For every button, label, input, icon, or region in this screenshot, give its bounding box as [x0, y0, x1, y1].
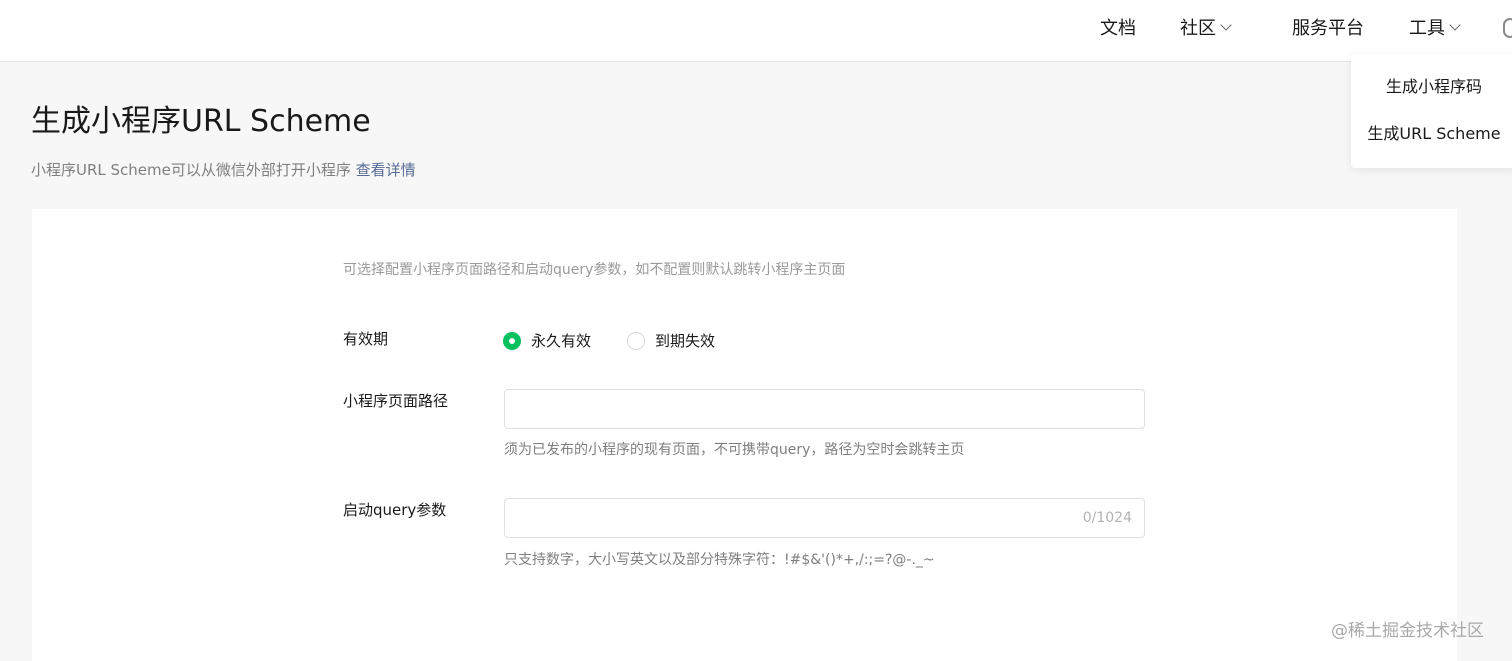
user-icon[interactable]: [1503, 18, 1512, 38]
query-help: 只支持数字，大小写英文以及部分特殊字符：!#$&'()*+,/:;=?@-._~: [504, 552, 935, 568]
radio-expire[interactable]: 到期失效: [627, 330, 715, 352]
watermark: @稀土掘金技术社区: [1331, 621, 1484, 641]
chevron-down-icon: [1220, 19, 1232, 31]
tools-dropdown-menu: 生成小程序码 生成URL Scheme: [1351, 54, 1512, 168]
query-input[interactable]: [504, 498, 1145, 538]
page-description-text: 小程序URL Scheme可以从微信外部打开小程序: [31, 161, 351, 179]
page-path-help: 须为已发布的小程序的现有页面，不可携带query，路径为空时会跳转主页: [504, 442, 965, 458]
menu-item-generate-qrcode[interactable]: 生成小程序码: [1351, 76, 1512, 98]
nav-services[interactable]: 服务平台: [1292, 17, 1364, 41]
radio-unchecked-icon: [627, 332, 645, 350]
page-path-input[interactable]: [504, 389, 1145, 429]
page-description: 小程序URL Scheme可以从微信外部打开小程序 查看详情: [31, 159, 416, 181]
nav-community[interactable]: 社区: [1180, 17, 1232, 41]
query-char-counter: 0/1024: [1082, 510, 1132, 526]
nav-tools-label: 工具: [1409, 18, 1445, 39]
radio-permanent[interactable]: 永久有效: [503, 330, 591, 352]
page-path-label: 小程序页面路径: [343, 392, 449, 410]
details-link[interactable]: 查看详情: [356, 161, 416, 179]
radio-expire-label: 到期失效: [655, 332, 716, 350]
nav-community-label: 社区: [1180, 18, 1216, 39]
validity-label: 有效期: [343, 330, 389, 348]
menu-item-generate-url-scheme[interactable]: 生成URL Scheme: [1351, 123, 1512, 145]
top-nav-bar: 文档 社区 服务平台 工具: [0, 0, 1512, 62]
radio-permanent-label: 永久有效: [531, 332, 592, 350]
query-label: 启动query参数: [343, 501, 447, 519]
form-hint: 可选择配置小程序页面路径和启动query参数，如不配置则默认跳转小程序主页面: [343, 262, 846, 278]
nav-docs[interactable]: 文档: [1100, 17, 1136, 41]
radio-checked-icon: [503, 332, 521, 350]
page-title: 生成小程序URL Scheme: [31, 104, 371, 139]
nav-tools[interactable]: 工具: [1409, 17, 1461, 41]
chevron-down-icon: [1449, 19, 1461, 31]
